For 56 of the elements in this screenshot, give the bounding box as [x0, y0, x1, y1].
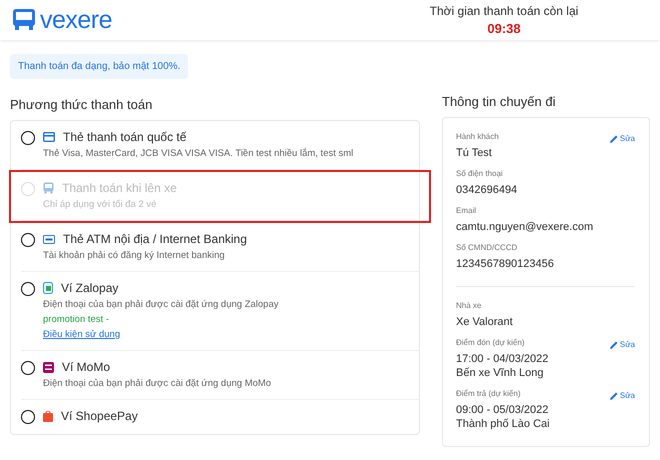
field-value: 09:00 - 05/03/2022 [456, 404, 550, 416]
edit-label: Sửa [620, 340, 635, 349]
method-description: Tài khoản phải có đăng ký Internet banking [43, 250, 226, 261]
field-value: Thành phố Lào Cai [456, 418, 551, 430]
radio-button[interactable] [21, 131, 35, 145]
method-title: Thẻ ATM nội địa / Internet Banking [63, 232, 247, 246]
field-label: Nhà xe [456, 301, 482, 310]
pencil-icon [610, 134, 618, 142]
pencil-icon [610, 392, 618, 400]
method-description: Chỉ áp dụng với tối đa 2 vé [43, 199, 158, 210]
atm-card-icon [43, 234, 55, 244]
method-title: Ví Zalopay [61, 281, 118, 295]
field-value: Tú Test [456, 147, 493, 159]
section-title: Thông tin chuyến đi [442, 94, 556, 109]
credit-card-icon [43, 132, 55, 142]
bus-logo-icon [12, 9, 36, 31]
field-value: camtu.nguyen@vexere.com [456, 221, 594, 233]
wallet-app-icon [43, 282, 53, 294]
radio-button[interactable] [21, 233, 35, 247]
timer-label: Thời gian thanh toán còn lại [430, 4, 578, 18]
terms-link[interactable]: Điều kiện sử dụng [43, 329, 278, 340]
method-description: Thẻ Visa, MasterCard, JCB VISA VISA VISA. Tiền test nhiều lắm, test sml [43, 148, 354, 159]
promotion-text: promotion test - [43, 314, 110, 325]
countdown-timer: 09:38 [487, 21, 521, 36]
field-value: 1234567890123456 [456, 258, 555, 270]
method-title: Ví ShopeePay [61, 409, 138, 423]
field-label: Điểm trả (dự kiến) [456, 389, 520, 398]
radio-button[interactable] [21, 410, 35, 424]
field-value: Bến xe Vĩnh Long [456, 367, 544, 379]
edit-label: Sửa [620, 134, 635, 143]
field-value: 0342696494 [456, 184, 518, 196]
radio-button[interactable] [21, 361, 35, 375]
section-title: Phương thức thanh toán [10, 97, 154, 112]
field-label: Hành khách [456, 132, 499, 141]
method-description: Điện thoại của bạn phải được cài đặt ứng dụng Zalopay [43, 299, 278, 310]
wallet-app-icon [43, 362, 54, 372]
method-title: Ví MoMo [62, 360, 110, 374]
edit-label: Sửa [620, 391, 635, 400]
logo-text[interactable]: vexere [40, 8, 112, 32]
method-title: Thẻ thanh toán quốc tế [63, 130, 186, 144]
edit-link[interactable]: Sửa [610, 134, 635, 143]
method-description: Điện thoại của bạn phải được cài đặt ứng dụng MoMo [43, 378, 272, 389]
edit-link[interactable]: Sửa [610, 340, 635, 349]
bus-icon [43, 182, 54, 194]
radio-button[interactable] [21, 282, 35, 296]
edit-link[interactable]: Sửa [610, 391, 635, 400]
method-title: Thanh toán khi lên xe [62, 181, 177, 195]
field-label: Điểm đón (dự kiến) [456, 338, 524, 347]
shopping-bag-icon [43, 410, 53, 422]
pencil-icon [610, 340, 618, 348]
field-label: Email [456, 206, 476, 215]
field-label: Số điện thoại [456, 169, 503, 178]
field-label: Số CMND/CCCD [456, 243, 518, 252]
info-notice: Thanh toán đa dạng, bảo mật 100%. [10, 54, 188, 79]
field-value: Xe Valorant [456, 316, 514, 328]
field-value: 17:00 - 04/03/2022 [456, 353, 550, 365]
